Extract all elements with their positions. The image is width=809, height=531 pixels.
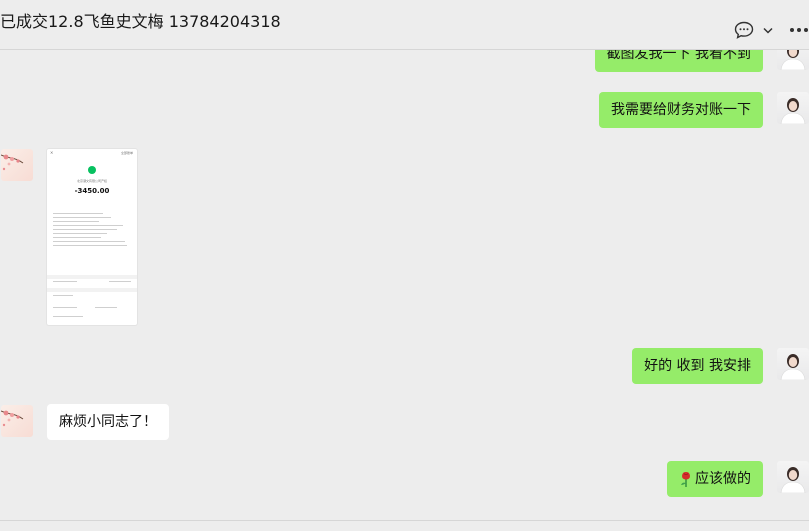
receipt-header: 全部账单 — [120, 151, 133, 155]
message-text: 好的 收到 我安排 — [644, 358, 751, 374]
more-icon[interactable] — [789, 24, 809, 36]
message-list[interactable]: 截图发我一下 我看不到 我需要给财务对账一下 ✕ 全部账单 北京潮文有限公司产权… — [0, 50, 809, 520]
chat-header: 已成交12.8飞鱼史文梅 13784204318 — [0, 0, 809, 50]
input-area-divider — [0, 520, 809, 531]
receipt-merchant: 北京潮文有限公司产权 — [76, 179, 107, 183]
message-bubble-outgoing[interactable]: 我需要给财务对账一下 — [599, 92, 763, 128]
chat-bubble-icon[interactable] — [733, 20, 755, 40]
message-text: 截图发我一下 我看不到 — [606, 50, 751, 62]
message-bubble-outgoing[interactable]: 截图发我一下 我看不到 — [594, 50, 763, 72]
my-avatar[interactable] — [777, 50, 809, 70]
rose-icon — [679, 470, 693, 488]
message-text: 我需要给财务对账一下 — [611, 102, 751, 118]
contact-avatar[interactable] — [1, 149, 33, 181]
my-avatar[interactable] — [777, 92, 809, 124]
payment-receipt-image[interactable]: ✕ 全部账单 北京潮文有限公司产权 -3450.00 — [47, 149, 137, 325]
message-text: 麻烦小同志了！ — [59, 414, 157, 430]
receipt-amount: -3450.00 — [74, 187, 110, 195]
close-icon: ✕ — [50, 150, 54, 155]
message-text: 应该做的 — [695, 471, 751, 487]
my-avatar[interactable] — [777, 348, 809, 380]
contact-avatar[interactable] — [1, 405, 33, 437]
message-bubble-incoming[interactable]: 麻烦小同志了！ — [47, 404, 169, 440]
message-bubble-outgoing[interactable]: 应该做的 — [667, 461, 763, 497]
receipt-details — [53, 213, 131, 249]
shield-icon — [88, 166, 96, 174]
chevron-down-icon[interactable] — [761, 24, 775, 36]
chat-title: 已成交12.8飞鱼史文梅 13784204318 — [0, 12, 281, 31]
message-bubble-outgoing[interactable]: 好的 收到 我安排 — [632, 348, 763, 384]
my-avatar[interactable] — [777, 461, 809, 493]
